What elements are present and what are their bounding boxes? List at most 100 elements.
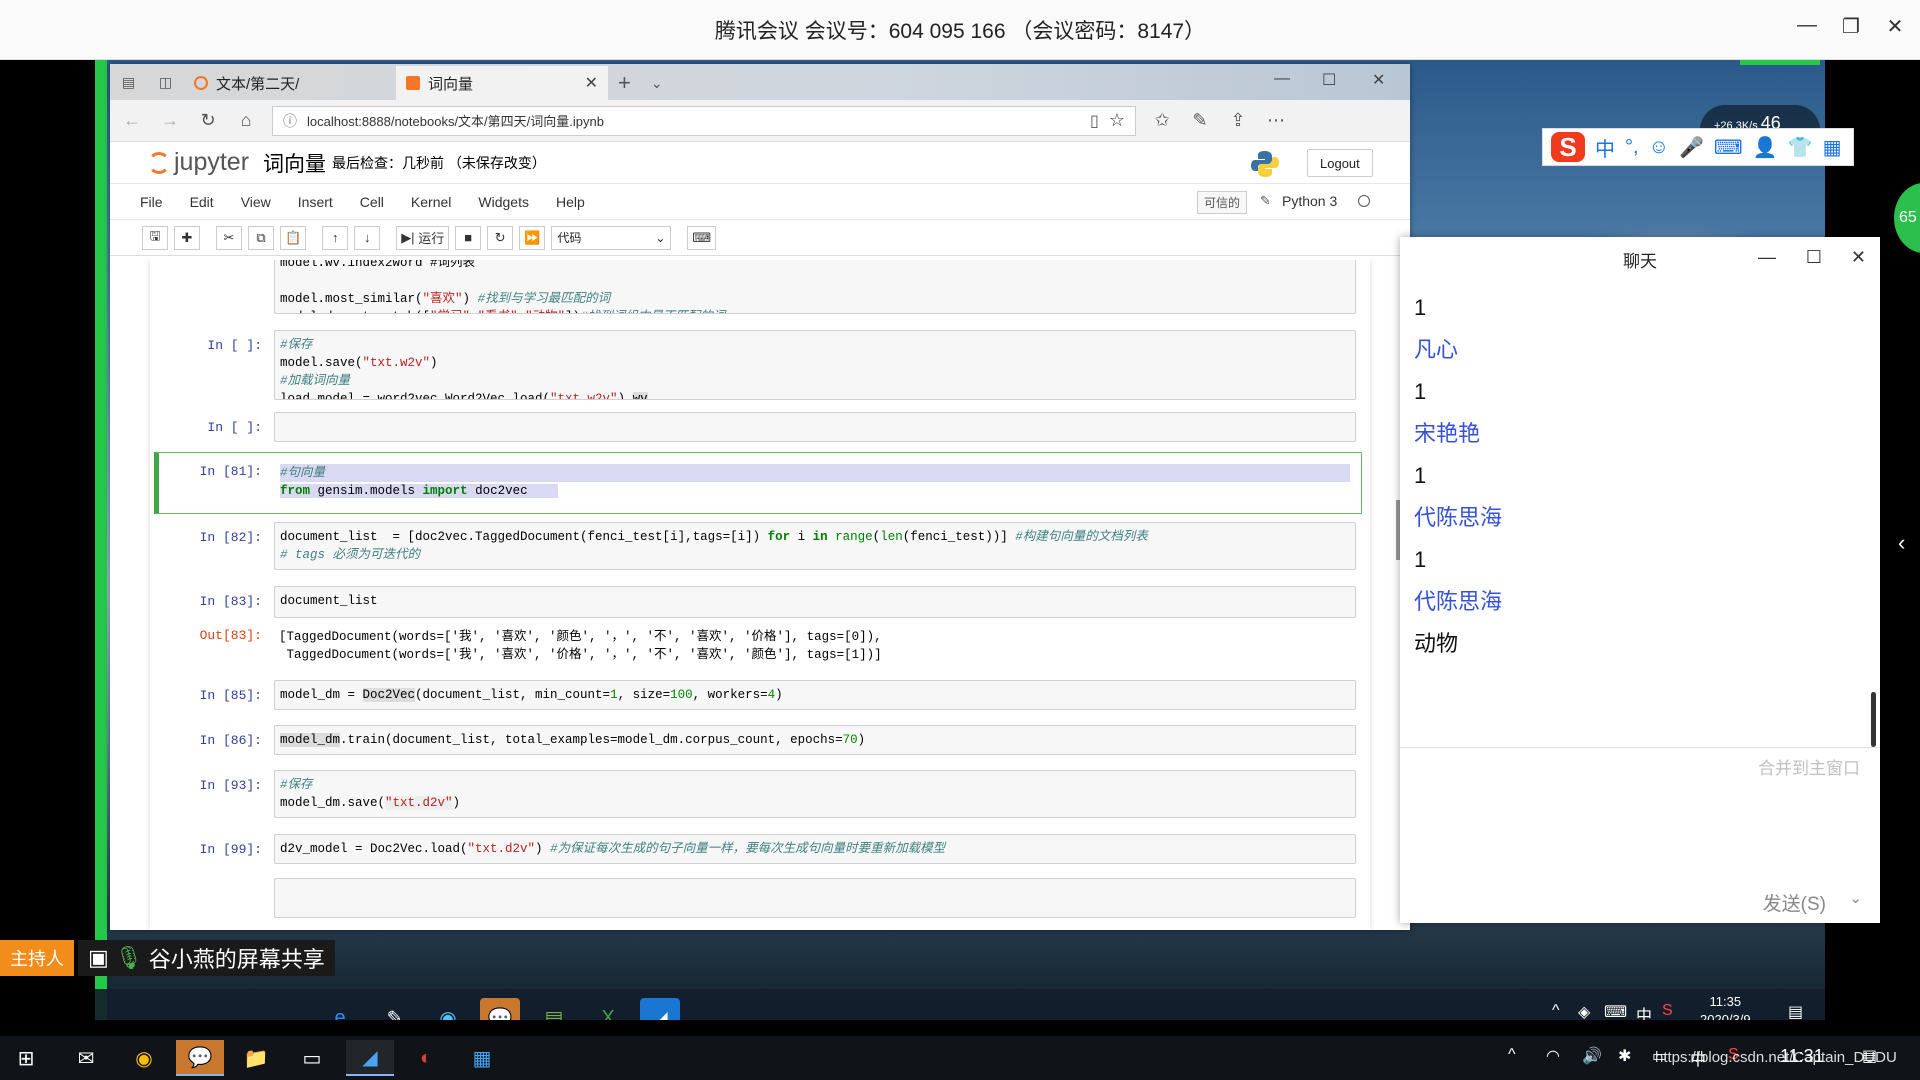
- cell-input[interactable]: #句向量 from gensim.models import doc2vec: [274, 458, 1356, 504]
- jupyter-logo[interactable]: jupyter: [148, 148, 249, 177]
- tray-chevron-icon[interactable]: ^: [1508, 1046, 1516, 1064]
- code-cell[interactable]: model.wv.index2word #词列表 model.most_simi…: [162, 260, 1370, 320]
- code-cell[interactable]: In [85]: model_dm = Doc2Vec(document_lis…: [162, 680, 1370, 712]
- toolbox-icon[interactable]: ▦: [1823, 135, 1842, 160]
- meeting-close-button[interactable]: ✕: [1880, 14, 1910, 39]
- excel-icon[interactable]: X: [588, 998, 628, 1021]
- emoji-icon[interactable]: ☺: [1649, 136, 1669, 159]
- user-icon[interactable]: 👤: [1753, 135, 1778, 160]
- code-cell[interactable]: In [82]: document_list = [doc2vec.Tagged…: [162, 522, 1370, 572]
- mail-icon[interactable]: ✉: [62, 1040, 110, 1076]
- stop-icon[interactable]: ■: [455, 225, 482, 250]
- forward-icon[interactable]: →: [158, 110, 182, 131]
- cell-input[interactable]: model_dm.train(document_list, total_exam…: [274, 725, 1356, 755]
- move-down-icon[interactable]: ↓: [354, 225, 381, 250]
- ime-chinese-mode[interactable]: 中: [1595, 133, 1615, 162]
- menu-help[interactable]: Help: [556, 194, 585, 210]
- code-cell[interactable]: In [83]: document_list Out[83]: [TaggedD…: [162, 586, 1370, 662]
- code-cell[interactable]: In [ ]:: [162, 412, 1370, 444]
- app-icon[interactable]: ◐: [402, 1040, 450, 1076]
- menu-edit[interactable]: Edit: [190, 194, 214, 210]
- menu-kernel[interactable]: Kernel: [411, 194, 451, 210]
- tab-aside-icon[interactable]: ◫: [159, 74, 172, 91]
- wechat-icon[interactable]: 💬: [176, 1040, 224, 1076]
- favorites-icon[interactable]: ✩: [1150, 110, 1174, 131]
- copy-icon[interactable]: ⧉: [248, 225, 274, 250]
- move-up-icon[interactable]: ↑: [322, 225, 349, 250]
- cell-input[interactable]: model_dm = Doc2Vec(document_list, min_co…: [274, 680, 1356, 710]
- tab-list-chevron-icon[interactable]: ⌄: [641, 66, 673, 100]
- cut-icon[interactable]: ✂: [216, 225, 242, 250]
- home-icon[interactable]: ⌂: [234, 110, 258, 131]
- microphone-icon[interactable]: 🎤: [1679, 135, 1704, 160]
- tab-word-vectors[interactable]: 词向量 ✕: [396, 66, 608, 100]
- send-options-chevron-icon[interactable]: ⌄: [1849, 889, 1862, 907]
- chat-minimize-icon[interactable]: —: [1758, 247, 1776, 268]
- code-cell[interactable]: In [93]: #保存 model_dm.save("txt.d2v"): [162, 770, 1370, 820]
- restart-icon[interactable]: ↻: [487, 225, 514, 250]
- trusted-badge[interactable]: 可信的: [1197, 191, 1248, 214]
- skin-icon[interactable]: 👕: [1788, 135, 1813, 160]
- chrome-icon[interactable]: ◉: [120, 1040, 168, 1076]
- tencent-meeting-icon[interactable]: ◢: [346, 1040, 394, 1076]
- chrome-icon[interactable]: ◉: [428, 998, 468, 1021]
- meeting-restore-button[interactable]: ❐: [1836, 14, 1866, 39]
- cell-type-select[interactable]: 代码 ⌄: [551, 225, 672, 250]
- share-icon[interactable]: ⇪: [1226, 110, 1250, 131]
- browser-close-button[interactable]: ✕: [1372, 70, 1385, 90]
- collapse-panel-chevron-icon[interactable]: ‹: [1898, 530, 1905, 556]
- tray-ime[interactable]: 中: [1636, 1002, 1652, 1020]
- new-tab-button[interactable]: +: [608, 66, 641, 100]
- run-button[interactable]: ▶| 运行: [396, 225, 450, 250]
- soft-keyboard-icon[interactable]: ⌨: [1714, 135, 1743, 160]
- tab-close-icon[interactable]: ✕: [585, 73, 598, 93]
- browser-minimize-button[interactable]: —: [1274, 70, 1290, 88]
- start-icon[interactable]: ⊞: [2, 1040, 50, 1076]
- edge-icon[interactable]: e: [320, 998, 360, 1021]
- reading-view-icon[interactable]: ▯: [1090, 111, 1099, 131]
- code-cell-partial[interactable]: [162, 878, 1370, 918]
- notebook-name[interactable]: 词向量: [263, 148, 326, 178]
- cell-input[interactable]: #保存 model_dm.save("txt.d2v"): [274, 770, 1356, 818]
- wechat-icon[interactable]: 💬: [480, 998, 520, 1020]
- wifi-icon[interactable]: ◠: [1546, 1046, 1560, 1066]
- code-cell[interactable]: In [99]: d2v_model = Doc2Vec.load("txt.d…: [162, 834, 1370, 866]
- notepad-icon[interactable]: ✎: [375, 998, 415, 1021]
- cell-input[interactable]: model.wv.index2word #词列表 model.most_simi…: [274, 260, 1356, 314]
- cell-input[interactable]: d2v_model = Doc2Vec.load("txt.d2v") #为保证…: [274, 834, 1356, 864]
- menu-view[interactable]: View: [241, 194, 271, 210]
- code-cell[interactable]: In [86]: model_dm.train(document_list, t…: [162, 725, 1370, 757]
- back-icon[interactable]: ←: [120, 110, 144, 131]
- insert-cell-icon[interactable]: ✚: [174, 225, 200, 250]
- chat-close-icon[interactable]: ✕: [1851, 247, 1866, 268]
- refresh-icon[interactable]: ↻: [196, 110, 220, 131]
- menu-widgets[interactable]: Widgets: [478, 194, 529, 210]
- calculator-icon[interactable]: ▦: [458, 1040, 506, 1076]
- editor-icon[interactable]: ▤: [534, 998, 574, 1021]
- favorite-star-icon[interactable]: ☆: [1109, 110, 1125, 131]
- cell-input[interactable]: #保存 model.save("txt.w2v") #加载词向量 load_mo…: [274, 330, 1356, 400]
- merge-to-main-button[interactable]: 合并到主窗口: [1758, 754, 1860, 779]
- punctuation-icon[interactable]: °,: [1625, 136, 1639, 159]
- send-button[interactable]: 发送(S): [1763, 889, 1826, 916]
- menu-cell[interactable]: Cell: [360, 194, 384, 210]
- fast-forward-icon[interactable]: ⏩: [519, 225, 546, 250]
- menu-file[interactable]: File: [140, 194, 163, 210]
- browser-maximize-button[interactable]: ☐: [1322, 70, 1336, 90]
- cell-input[interactable]: document_list: [274, 586, 1356, 618]
- site-info-icon[interactable]: ⓘ: [283, 111, 297, 131]
- pen-icon[interactable]: ✎: [1188, 110, 1212, 131]
- code-cell[interactable]: In [ ]: #保存 model.save("txt.w2v") #加载词向量…: [162, 330, 1370, 402]
- tab-text-day2[interactable]: 文本/第二天/: [184, 66, 396, 100]
- cell-input[interactable]: [274, 878, 1356, 918]
- cell-input[interactable]: document_list = [doc2vec.TaggedDocument(…: [274, 522, 1356, 570]
- chat-maximize-icon[interactable]: ☐: [1806, 247, 1822, 268]
- file-explorer-icon[interactable]: 📁: [232, 1040, 280, 1076]
- logout-button[interactable]: Logout: [1307, 149, 1373, 177]
- code-cell[interactable]: In [81]: #句向量 from gensim.models import …: [162, 458, 1370, 506]
- tab-preview-icon[interactable]: ▤: [122, 74, 135, 91]
- meeting-app-icon[interactable]: ◢: [640, 998, 680, 1020]
- more-icon[interactable]: ⋯: [1264, 110, 1288, 131]
- sogou-logo-icon[interactable]: S: [1551, 132, 1585, 162]
- bluetooth-icon[interactable]: ✱: [1618, 1046, 1631, 1066]
